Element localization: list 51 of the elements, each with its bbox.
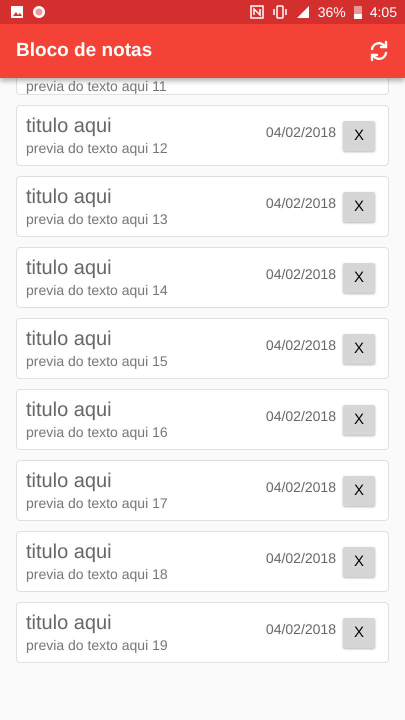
delete-button[interactable]: X [343,334,375,364]
note-date: 04/02/2018 [266,620,336,636]
note-title: titulo aqui [26,398,113,422]
note-title: titulo aqui [26,540,113,564]
note-card[interactable]: titulo aqui previa do texto aqui 17 04/02/2018 X [16,460,389,521]
note-preview: previa do texto aqui 19 [26,636,169,654]
delete-button[interactable]: X [343,546,375,576]
note-preview: previa do texto aqui 14 [26,280,169,300]
note-date: 04/02/2018 [266,266,336,282]
record-icon [32,5,46,19]
note-card[interactable]: titulo aqui previa do texto aqui 14 04/02/2018 X [16,247,389,308]
note-title: titulo aqui [26,114,113,138]
note-date: 04/02/2018 [266,124,336,140]
note-date: 04/02/2018 [266,550,336,566]
delete-button[interactable]: X [343,404,375,434]
note-date: 04/02/2018 [266,336,336,352]
note-preview: previa do texto aqui 11 [26,78,168,94]
note-date: 04/02/2018 [266,194,336,210]
note-date: 04/02/2018 [266,478,336,494]
note-card[interactable]: titulo aqui previa do texto aqui 13 04/02/2018 X [16,176,389,237]
delete-button[interactable]: X [343,618,375,648]
signal-icon [296,5,310,19]
note-card[interactable]: previa do texto aqui 11 [16,78,389,95]
delete-button[interactable]: X [343,192,375,222]
note-card[interactable]: titulo aqui previa do texto aqui 18 04/02/2018 X [16,531,389,592]
delete-button[interactable]: X [343,120,375,150]
note-title: titulo aqui [26,184,113,208]
note-date: 04/02/2018 [266,408,336,424]
clock-time: 4:05 [370,4,397,20]
image-icon [10,5,24,19]
note-preview: previa do texto aqui 13 [26,210,169,228]
nfc-icon [250,5,264,19]
note-title: titulo aqui [26,610,113,634]
note-card[interactable]: titulo aqui previa do texto aqui 19 04/02/2018 X [16,602,389,663]
battery-percent: 36% [318,4,346,20]
note-preview: previa do texto aqui 18 [26,564,169,584]
app-title: Bloco de notas [16,40,152,62]
note-title: titulo aqui [26,256,113,280]
note-title: titulo aqui [26,326,113,350]
note-preview: previa do texto aqui 16 [26,422,169,442]
battery-icon [354,5,362,19]
note-card[interactable]: titulo aqui previa do texto aqui 12 04/02/2018 X [16,105,389,166]
vibrate-icon [272,5,288,19]
note-card[interactable]: titulo aqui previa do texto aqui 15 04/02/2018 X [16,318,389,379]
delete-button[interactable]: X [343,476,375,506]
delete-button[interactable]: X [343,262,375,292]
note-card[interactable]: titulo aqui previa do texto aqui 16 04/02/2018 X [16,389,389,450]
note-preview: previa do texto aqui 17 [26,494,169,512]
note-preview: previa do texto aqui 12 [26,138,169,158]
note-preview: previa do texto aqui 15 [26,352,169,370]
note-title: titulo aqui [26,468,113,492]
